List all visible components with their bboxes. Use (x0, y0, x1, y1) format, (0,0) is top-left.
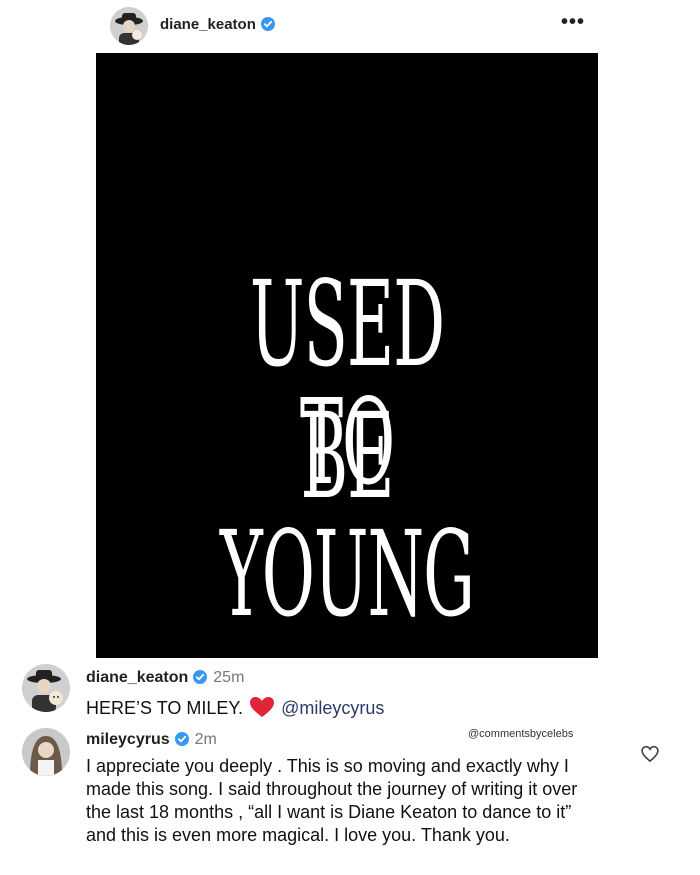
comment-username[interactable]: mileycyrus (86, 731, 170, 748)
comment-text-prefix: HERE’S TO MILEY. (86, 698, 244, 718)
comment-time: 2m (194, 731, 217, 748)
post-author-username[interactable]: diane_keaton (160, 16, 256, 33)
comment-username[interactable]: diane_keaton (86, 669, 188, 686)
comment-author[interactable]: diane_keaton 25m (86, 669, 244, 687)
heart-emoji-icon (249, 696, 275, 718)
verified-badge-icon (193, 670, 208, 684)
verified-badge-icon (260, 17, 275, 31)
heart-like-icon[interactable] (640, 744, 660, 764)
verified-badge-icon (174, 732, 189, 746)
post-author-name[interactable]: diane_keaton (160, 16, 275, 33)
post-author-avatar[interactable] (110, 7, 148, 45)
more-options-icon[interactable]: ••• (560, 12, 586, 32)
comment-avatar[interactable] (22, 664, 70, 712)
comment-time: 25m (213, 669, 245, 686)
post-header: diane_keaton ••• (0, 0, 700, 50)
comment-avatar[interactable] (22, 728, 70, 776)
comment-text: HERE’S TO MILEY. @mileycyrus (86, 696, 384, 719)
comment-text: I appreciate you deeply . This is so mov… (86, 756, 578, 845)
mention-link[interactable]: @mileycyrus (281, 698, 384, 718)
comment-author[interactable]: mileycyrus 2m (86, 731, 217, 749)
post-image-text-line2: BE YOUNG (220, 387, 475, 643)
post-image[interactable]: USED TO BE YOUNG (96, 53, 598, 658)
watermark: @commentsbycelebs (468, 728, 574, 740)
